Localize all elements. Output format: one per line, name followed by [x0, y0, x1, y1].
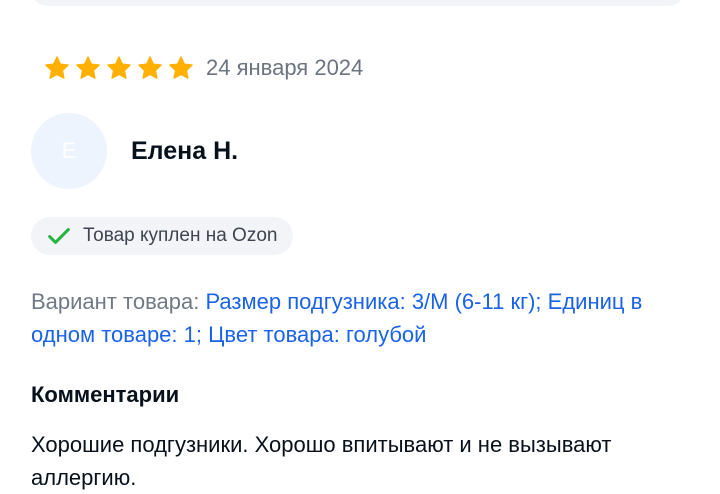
comments-heading: Комментарии: [31, 382, 180, 407]
product-variant: Вариант товара: Размер подгузника: 3/M (…: [31, 285, 691, 351]
previous-card: [30, 0, 686, 6]
star-rating: [44, 55, 194, 81]
star-icon: [76, 56, 100, 79]
star-icon: [169, 56, 193, 79]
variant-label: Вариант товара:: [31, 289, 200, 314]
badge-text: Товар куплен на Ozon: [83, 225, 278, 246]
review-date: 24 января 2024: [206, 55, 364, 80]
author-name[interactable]: Елена Н.: [131, 137, 238, 166]
review-comment: Хорошие подгузники. Хорошо впитывают и н…: [31, 432, 612, 490]
review-author[interactable]: Е Елена Н.: [31, 113, 238, 189]
star-icon: [107, 56, 131, 79]
avatar[interactable]: Е: [31, 113, 107, 189]
avatar-initial: Е: [61, 138, 77, 163]
review-rating-row: 24 января 2024: [44, 53, 363, 83]
star-icon: [138, 56, 162, 79]
star-icon: [45, 56, 69, 79]
purchase-verified-badge: Товар куплен на Ozon: [31, 217, 294, 255]
check-icon: [48, 228, 70, 244]
